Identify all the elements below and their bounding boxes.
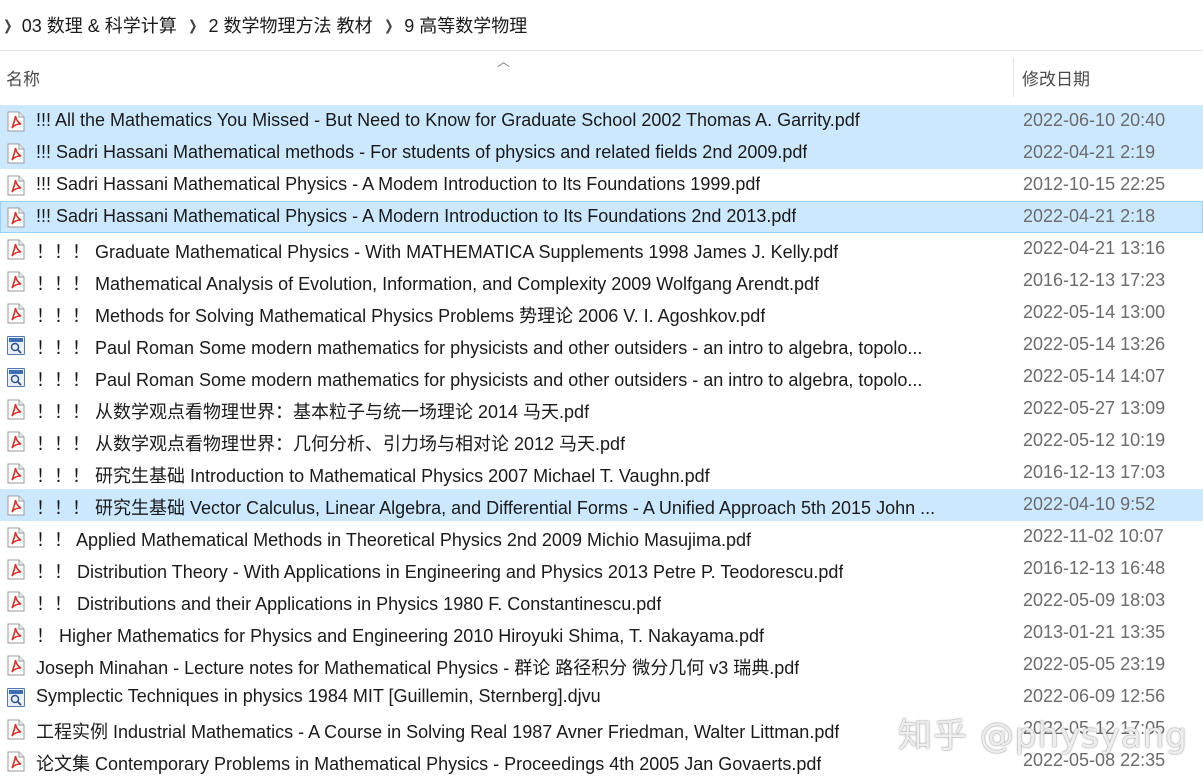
file-row[interactable]: ！！！ 研究生基础 Vector Calculus, Linear Algebr… [0, 489, 1203, 521]
file-row[interactable]: ！！ Distributions and their Applications … [0, 585, 1203, 617]
file-row[interactable]: !!! Sadri Hassani Mathematical methods -… [0, 137, 1203, 169]
pdf-icon [6, 207, 26, 228]
file-name[interactable]: !!! Sadri Hassani Mathematical Physics -… [36, 206, 796, 227]
file-row[interactable]: ！！ Applied Mathematical Methods in Theor… [0, 521, 1203, 553]
file-date-modified: 2022-05-12 10:19 [1023, 430, 1166, 450]
pdf-icon [6, 143, 26, 164]
file-name[interactable]: 工程实例 Industrial Mathematics - A Course i… [36, 718, 839, 744]
pdf-icon [6, 111, 26, 132]
pdf-icon [6, 175, 26, 196]
column-header-bar: ︿ 名称 修改日期 [0, 51, 1203, 103]
file-name[interactable]: Joseph Minahan - Lecture notes for Mathe… [36, 654, 799, 680]
file-date-modified: 2016-12-13 17:23 [1023, 270, 1166, 290]
file-name[interactable]: ！ Higher Mathematics for Physics and Eng… [36, 622, 764, 648]
column-header-name[interactable]: 名称 [6, 65, 40, 90]
file-date-modified: 2022-06-10 20:40 [1023, 110, 1166, 130]
file-row[interactable]: ！！！ 从数学观点看物理世界：基本粒子与统一场理论 2014 马天.pdf 202… [0, 393, 1203, 425]
file-explorer-window: ❯ 03 数理 & 科学计算 ❯ 2 数学物理方法 教材 ❯ 9 高等数学物理 … [0, 0, 1203, 782]
pdf-icon [6, 719, 26, 740]
pdf-icon [6, 271, 26, 292]
file-date-modified: 2022-04-21 2:18 [1023, 206, 1156, 226]
file-date-modified: 2016-12-13 16:48 [1023, 558, 1166, 578]
file-name[interactable]: Symplectic Techniques in physics 1984 MI… [36, 686, 601, 707]
file-name[interactable]: !!! Sadri Hassani Mathematical Physics -… [36, 174, 760, 195]
breadcrumb-item-science[interactable]: 03 数理 & 科学计算 [22, 12, 177, 38]
file-name[interactable]: ！！！ Paul Roman Some modern mathematics f… [36, 366, 922, 392]
file-row[interactable]: ！！！ 研究生基础 Introduction to Mathematical P… [0, 457, 1203, 489]
breadcrumb: ❯ 03 数理 & 科学计算 ❯ 2 数学物理方法 教材 ❯ 9 高等数学物理 [0, 0, 1203, 51]
pdf-icon [6, 527, 26, 548]
file-date-modified: 2022-05-14 13:26 [1023, 334, 1166, 354]
sort-ascending-icon: ︿ [497, 54, 511, 69]
breadcrumb-item-textbooks[interactable]: 2 数学物理方法 教材 [209, 12, 373, 38]
file-name[interactable]: ！！！ Graduate Mathematical Physics - With… [36, 238, 838, 264]
file-row[interactable]: ！！！ Paul Roman Some modern mathematics f… [0, 361, 1203, 393]
file-row[interactable]: Joseph Minahan - Lecture notes for Mathe… [0, 649, 1203, 681]
pdf-icon [6, 591, 26, 612]
chevron-right-icon[interactable]: ❯ [188, 17, 197, 34]
djvu-icon [6, 367, 26, 388]
file-name[interactable]: ！！！ 从数学观点看物理世界：基本粒子与统一场理论 2014 马天.pdf [36, 398, 589, 424]
file-date-modified: 2022-05-14 14:07 [1023, 366, 1166, 386]
file-row[interactable]: !!! All the Mathematics You Missed - But… [0, 105, 1203, 137]
chevron-right-icon[interactable]: ❯ [3, 17, 12, 34]
pdf-icon [6, 655, 26, 676]
file-name[interactable]: ！！！ Mathematical Analysis of Evolution, … [36, 270, 819, 296]
file-date-modified: 2022-05-14 13:00 [1023, 302, 1166, 322]
file-date-modified: 2022-05-12 17:05 [1023, 718, 1166, 738]
file-date-modified: 2022-05-05 23:19 [1023, 654, 1166, 674]
breadcrumb-item-advanced-math-physics[interactable]: 9 高等数学物理 [404, 12, 527, 38]
pdf-icon [6, 431, 26, 452]
file-name[interactable]: ！！ Distribution Theory - With Applicatio… [36, 558, 843, 584]
file-list: !!! All the Mathematics You Missed - But… [0, 105, 1203, 777]
file-name[interactable]: ！！！ 从数学观点看物理世界：几何分析、引力场与相对论 2012 马天.pdf [36, 430, 625, 456]
pdf-icon [6, 399, 26, 420]
file-date-modified: 2022-05-27 13:09 [1023, 398, 1166, 418]
file-name[interactable]: ！！！ Methods for Solving Mathematical Phy… [36, 302, 765, 328]
file-date-modified: 2013-01-21 13:35 [1023, 622, 1166, 642]
file-name[interactable]: ！！ Distributions and their Applications … [36, 590, 661, 616]
file-date-modified: 2022-04-21 13:16 [1023, 238, 1166, 258]
chevron-right-icon[interactable]: ❯ [384, 17, 393, 34]
file-name[interactable]: !!! All the Mathematics You Missed - But… [36, 110, 860, 131]
file-date-modified: 2022-11-02 10:07 [1023, 526, 1164, 546]
file-name[interactable]: ！！！ 研究生基础 Vector Calculus, Linear Algebr… [36, 494, 935, 520]
file-date-modified: 2016-12-13 17:03 [1023, 462, 1166, 482]
pdf-icon [6, 239, 26, 260]
file-name[interactable]: ！！ Applied Mathematical Methods in Theor… [36, 526, 751, 552]
file-row[interactable]: ！！！ 从数学观点看物理世界：几何分析、引力场与相对论 2012 马天.pdf 2… [0, 425, 1203, 457]
file-date-modified: 2022-05-08 22:35 [1023, 750, 1166, 770]
file-row[interactable]: ！ Higher Mathematics for Physics and Eng… [0, 617, 1203, 649]
column-header-date-modified[interactable]: 修改日期 [1022, 65, 1090, 90]
file-row[interactable]: ！！ Distribution Theory - With Applicatio… [0, 553, 1203, 585]
file-row[interactable]: ！！！ Mathematical Analysis of Evolution, … [0, 265, 1203, 297]
pdf-icon [6, 303, 26, 324]
column-divider[interactable] [1013, 57, 1014, 97]
djvu-icon [6, 687, 26, 708]
file-row[interactable]: Symplectic Techniques in physics 1984 MI… [0, 681, 1203, 713]
file-row[interactable]: 论文集 Contemporary Problems in Mathematica… [0, 745, 1203, 777]
file-date-modified: 2022-05-09 18:03 [1023, 590, 1166, 610]
file-date-modified: 2012-10-15 22:25 [1023, 174, 1166, 194]
file-name[interactable]: ！！！ 研究生基础 Introduction to Mathematical P… [36, 462, 710, 488]
file-row[interactable]: !!! Sadri Hassani Mathematical Physics -… [0, 201, 1203, 233]
pdf-icon [6, 751, 26, 772]
djvu-icon [6, 335, 26, 356]
pdf-icon [6, 623, 26, 644]
file-row[interactable]: !!! Sadri Hassani Mathematical Physics -… [0, 169, 1203, 201]
file-name[interactable]: ！！！ Paul Roman Some modern mathematics f… [36, 334, 922, 360]
file-row[interactable]: 工程实例 Industrial Mathematics - A Course i… [0, 713, 1203, 745]
pdf-icon [6, 495, 26, 516]
pdf-icon [6, 559, 26, 580]
file-date-modified: 2022-04-10 9:52 [1023, 494, 1156, 514]
file-date-modified: 2022-06-09 12:56 [1023, 686, 1166, 706]
file-row[interactable]: ！！！ Methods for Solving Mathematical Phy… [0, 297, 1203, 329]
file-name[interactable]: 论文集 Contemporary Problems in Mathematica… [36, 750, 821, 776]
file-name[interactable]: !!! Sadri Hassani Mathematical methods -… [36, 142, 807, 163]
pdf-icon [6, 463, 26, 484]
file-row[interactable]: ！！！ Paul Roman Some modern mathematics f… [0, 329, 1203, 361]
file-date-modified: 2022-04-21 2:19 [1023, 142, 1156, 162]
file-row[interactable]: ！！！ Graduate Mathematical Physics - With… [0, 233, 1203, 265]
